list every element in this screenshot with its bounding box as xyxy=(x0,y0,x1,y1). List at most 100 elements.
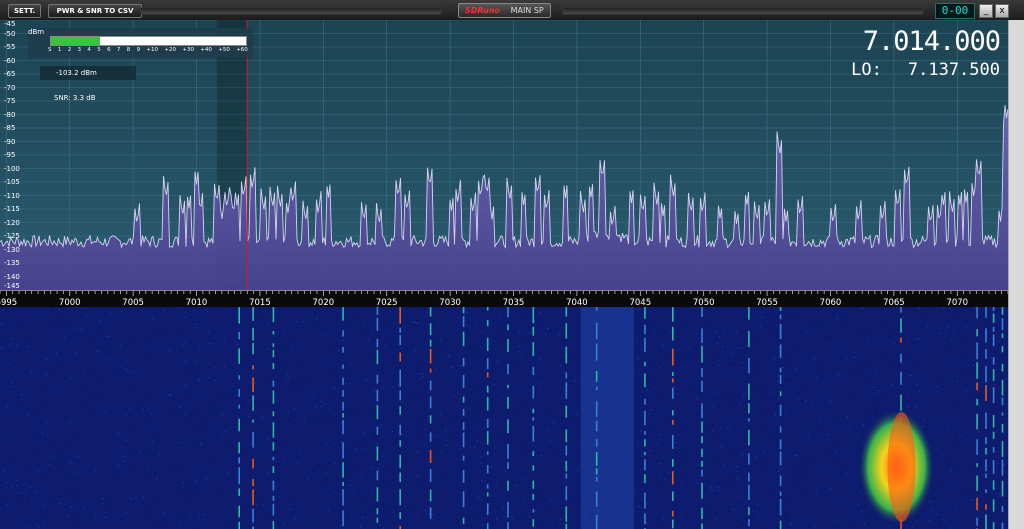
waterfall-signal-trace xyxy=(462,422,465,431)
waterfall-noise xyxy=(830,335,832,337)
lo-frequency-display[interactable]: LO: 7.137.500 xyxy=(851,60,1000,80)
waterfall-noise xyxy=(501,339,503,341)
waterfall-noise xyxy=(653,364,656,366)
s-meter-scale-label: 2 xyxy=(67,47,72,53)
waterfall-noise xyxy=(956,503,958,505)
waterfall-noise xyxy=(84,372,86,374)
waterfall-noise xyxy=(46,359,48,361)
waterfall-noise xyxy=(221,414,224,416)
waterfall-noise xyxy=(455,370,457,372)
waterfall-noise xyxy=(676,447,678,449)
waterfall-noise xyxy=(721,420,724,422)
waterfall-noise xyxy=(346,320,349,322)
waterfall-noise xyxy=(177,470,179,472)
waterfall-signal-trace xyxy=(1001,346,1004,353)
waterfall-noise xyxy=(480,485,483,487)
close-button[interactable]: x xyxy=(995,4,1009,18)
waterfall-noise xyxy=(478,432,480,434)
waterfall-noise xyxy=(384,338,386,340)
waterfall-display[interactable] xyxy=(0,307,1008,529)
waterfall-noise xyxy=(460,365,462,366)
waterfall-noise xyxy=(959,498,961,500)
waterfall-noise xyxy=(761,317,763,318)
waterfall-signal-trace xyxy=(779,404,782,416)
spectrum-display[interactable]: -45 -50 -55 -60 -65 -70 -75 -80 -85 -90 -95 -100 -10… xyxy=(0,20,1008,290)
waterfall-noise xyxy=(653,387,655,389)
waterfall-noise xyxy=(342,339,345,341)
waterfall-noise xyxy=(562,323,565,325)
waterfall-noise xyxy=(108,358,111,360)
waterfall-signal-trace xyxy=(532,326,535,336)
waterfall-noise xyxy=(81,329,83,331)
minimize-button[interactable]: _ xyxy=(979,4,993,18)
waterfall-noise xyxy=(742,364,744,366)
waterfall-noise xyxy=(797,466,799,468)
waterfall-noise xyxy=(831,428,833,430)
settings-button[interactable]: SETT. xyxy=(8,4,42,18)
waterfall-noise xyxy=(534,510,536,512)
waterfall-noise xyxy=(225,525,227,527)
waterfall-noise xyxy=(340,525,342,527)
waterfall-noise xyxy=(70,506,72,508)
waterfall-noise xyxy=(861,362,863,364)
waterfall-noise xyxy=(485,508,487,510)
waterfall-noise xyxy=(53,345,55,347)
waterfall-noise xyxy=(423,509,426,511)
waterfall-signal-trace xyxy=(779,426,782,433)
waterfall-noise xyxy=(184,360,187,362)
waterfall-noise xyxy=(432,514,434,516)
waterfall-noise xyxy=(762,467,765,469)
waterfall-noise xyxy=(488,372,490,374)
waterfall-signal-trace xyxy=(399,327,401,333)
waterfall-noise xyxy=(207,504,209,505)
waterfall-noise xyxy=(345,384,347,386)
waterfall-noise xyxy=(433,346,436,348)
waterfall-noise xyxy=(237,508,239,510)
waterfall-noise xyxy=(43,385,45,387)
waterfall-noise xyxy=(646,522,648,524)
waterfall-signal-trace xyxy=(399,424,401,436)
waterfall-signal-trace xyxy=(399,352,401,362)
waterfall-noise xyxy=(41,432,43,434)
waterfall-signal-trace xyxy=(644,492,646,509)
waterfall-signal-trace xyxy=(342,442,344,459)
waterfall-signal-trace xyxy=(644,324,646,335)
waterfall-noise xyxy=(369,353,372,355)
waterfall-noise xyxy=(421,515,424,517)
export-csv-button[interactable]: PWR & SNR TO CSV xyxy=(48,4,142,18)
waterfall-noise xyxy=(202,425,205,427)
waterfall-noise xyxy=(559,519,562,520)
waterfall-noise xyxy=(771,363,773,365)
waterfall-noise xyxy=(373,438,375,440)
waterfall-noise xyxy=(48,465,51,466)
waterfall-noise xyxy=(659,434,661,436)
waterfall-noise xyxy=(301,419,303,421)
waterfall-noise xyxy=(916,385,918,386)
waterfall-noise xyxy=(935,453,938,455)
waterfall-signal-trace xyxy=(486,385,489,393)
waterfall-noise xyxy=(362,335,364,337)
waterfall-noise xyxy=(537,453,540,455)
waterfall-noise xyxy=(207,477,209,479)
waterfall-noise xyxy=(124,368,127,370)
waterfall-noise xyxy=(813,358,816,360)
waterfall-signal-trace xyxy=(462,316,465,327)
waterfall-noise xyxy=(312,397,315,399)
waterfall-noise xyxy=(939,332,941,334)
brand-logo: SDRuno xyxy=(465,6,501,15)
waterfall-signal-trace xyxy=(900,318,902,333)
waterfall-noise xyxy=(336,365,338,367)
dbm-tick-label: -95 xyxy=(4,151,16,159)
waterfall-noise xyxy=(303,324,305,326)
waterfall-noise xyxy=(481,456,483,458)
waterfall-noise xyxy=(261,417,263,418)
waterfall-noise xyxy=(19,403,21,404)
waterfall-noise xyxy=(689,429,692,431)
dbm-tick-label: -105 xyxy=(4,178,20,186)
waterfall-signal-trace xyxy=(376,470,379,481)
waterfall-noise xyxy=(639,468,642,470)
frequency-axis[interactable]: 6995700070057010701570207025703070357040… xyxy=(0,290,1008,308)
waterfall-signal-trace xyxy=(976,497,978,511)
vfo-frequency-display[interactable]: 7.014.000 xyxy=(863,26,1001,57)
top-toolbar: SETT. PWR & SNR TO CSV SDRuno MAIN SP 0-… xyxy=(0,0,1024,21)
